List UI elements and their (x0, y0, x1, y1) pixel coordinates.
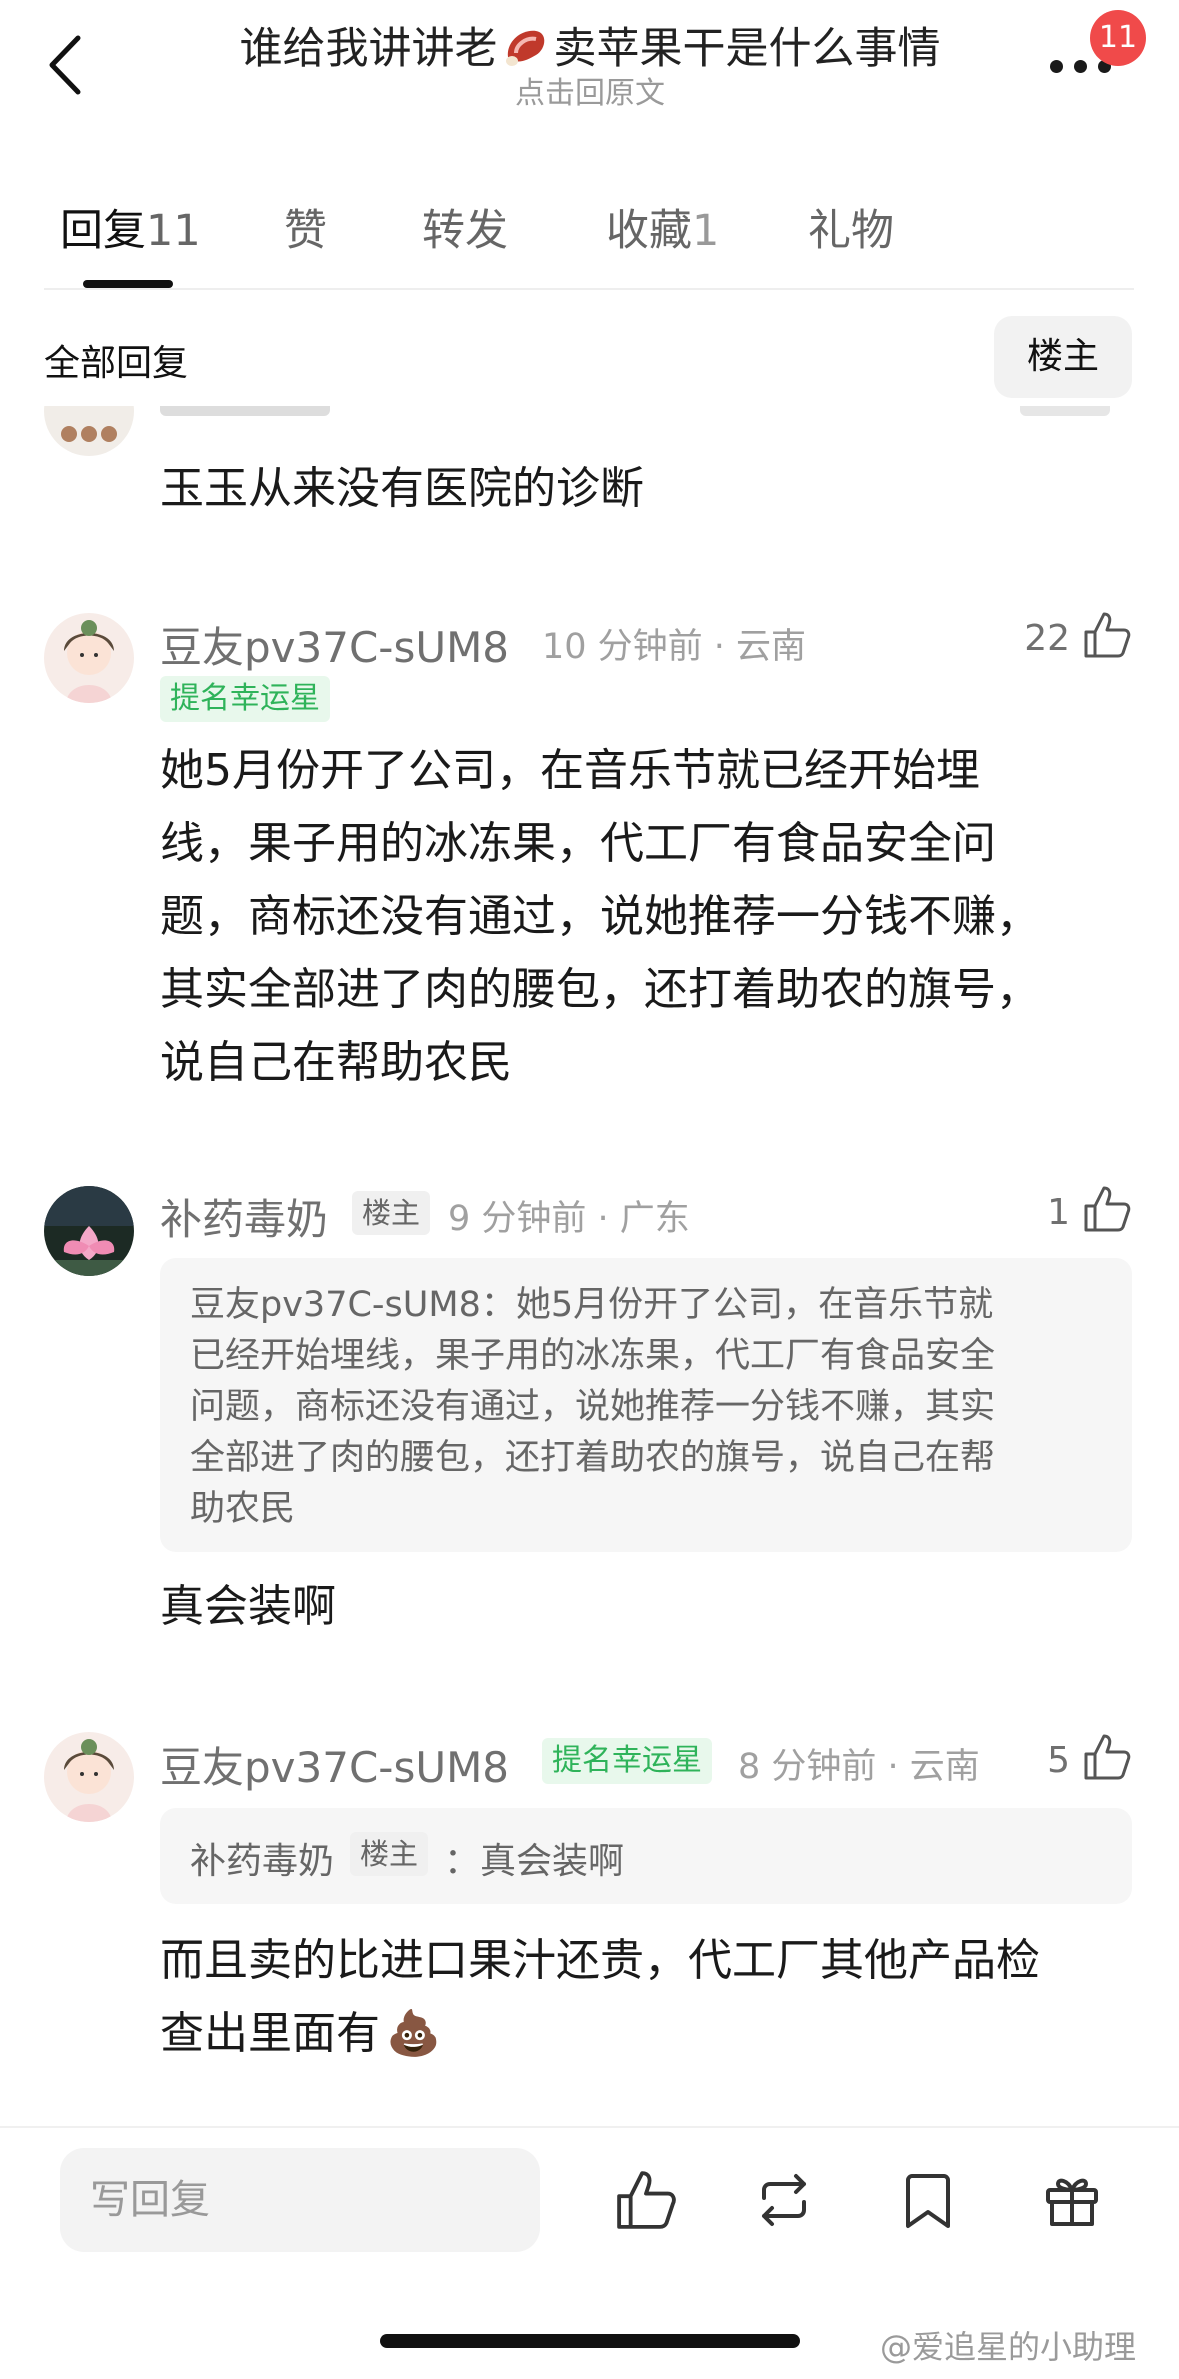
lucky-star-badge: 提名幸运星 (160, 676, 330, 722)
notification-badge: 11 (1090, 10, 1146, 66)
thumbs-up-icon (1084, 1186, 1131, 1232)
divider (0, 2126, 1179, 2128)
quoted-text: 豆友pv37C-sUM8：她5月份开了公司，在音乐节就 已经开始埋线，果子用的冰… (190, 1285, 996, 1529)
quoted-reply[interactable]: 补药毒奶 楼主 ： 真会装啊 (160, 1808, 1132, 1904)
chevron-left-icon (49, 35, 81, 95)
lucky-star-badge: 提名幸运星 (542, 1738, 712, 1784)
tab-favorites[interactable]: 收藏1 (606, 196, 719, 258)
tab-likes[interactable]: 赞 (284, 196, 327, 258)
like-clipped (1020, 406, 1110, 416)
back-to-original-link[interactable]: 点击回原文 (150, 68, 1030, 112)
back-button[interactable] (40, 30, 90, 100)
like-post-button[interactable] (614, 2168, 678, 2232)
comment-text: 玉玉从来没有医院的诊断 (160, 463, 644, 514)
avatar[interactable] (44, 613, 134, 703)
username[interactable]: 补药毒奶 (160, 1186, 328, 1247)
thumbs-up-icon (1084, 612, 1131, 658)
op-badge: 楼主 (352, 1191, 431, 1235)
comment-text: 她5月份开了公司，在音乐节就已经开始埋 线，果子用的冰冻果，代工厂有食品安全问 … (160, 745, 1040, 1088)
quote-separator: ： (444, 1841, 481, 1882)
repost-button[interactable] (752, 2168, 816, 2232)
bookmark-icon (906, 2174, 950, 2228)
comment-meta: 9 分钟前 · 广东 (448, 1199, 690, 1239)
post-title[interactable]: 谁给我讲讲老 卖苹果干是什么事情 (150, 14, 1030, 76)
username-clipped (160, 406, 330, 416)
bookmark-button[interactable] (896, 2168, 960, 2232)
meat-emoji-icon (505, 30, 544, 66)
quoted-text: 真会装啊 (480, 1841, 625, 1882)
tab-replies[interactable]: 回复11 (60, 196, 201, 258)
poop-emoji-icon: 💩 (386, 2008, 441, 2059)
avatar[interactable] (44, 1186, 134, 1276)
gift-icon (1046, 2178, 1098, 2226)
quoted-username: 补药毒奶 (190, 1841, 335, 1882)
active-tab-indicator (83, 280, 173, 288)
username[interactable]: 豆友pv37C-sUM8 (160, 1734, 509, 1795)
tab-reposts[interactable]: 转发 (422, 196, 508, 258)
comment-text: 而且卖的比进口果汁还贵，代工厂其他产品检 查出里面有 💩 (160, 1935, 1040, 2059)
repost-icon (762, 2174, 806, 2226)
reply-input[interactable]: 写回复 (60, 2148, 540, 2252)
thumbs-up-icon (1084, 1734, 1131, 1780)
home-indicator (380, 2334, 800, 2348)
all-replies-label: 全部回复 (44, 343, 189, 384)
op-badge: 楼主 (350, 1832, 429, 1876)
like-count: 1 (1047, 1192, 1070, 1233)
divider (44, 288, 1134, 290)
avatar[interactable] (44, 406, 134, 456)
watermark: @爱追星的小助理 (880, 2328, 1137, 2366)
gift-button[interactable] (1040, 2168, 1104, 2232)
like-button[interactable] (1082, 1732, 1132, 1782)
avatar[interactable] (44, 1732, 134, 1822)
like-button[interactable] (1082, 1184, 1132, 1234)
tab-gifts[interactable]: 礼物 (808, 196, 894, 258)
op-only-filter-button[interactable]: 楼主 (994, 316, 1132, 398)
like-button[interactable] (1082, 610, 1132, 660)
comment-text: 真会装啊 (160, 1581, 336, 1632)
thumbs-up-icon (617, 2171, 676, 2229)
like-count: 5 (1047, 1740, 1070, 1781)
comment-meta: 10 分钟前 · 云南 (542, 627, 807, 667)
comment-meta: 8 分钟前 · 云南 (738, 1747, 980, 1787)
username[interactable]: 豆友pv37C-sUM8 (160, 614, 509, 675)
quoted-reply[interactable]: 豆友pv37C-sUM8：她5月份开了公司，在音乐节就 已经开始埋线，果子用的冰… (160, 1258, 1132, 1552)
like-count: 22 (1024, 618, 1070, 659)
